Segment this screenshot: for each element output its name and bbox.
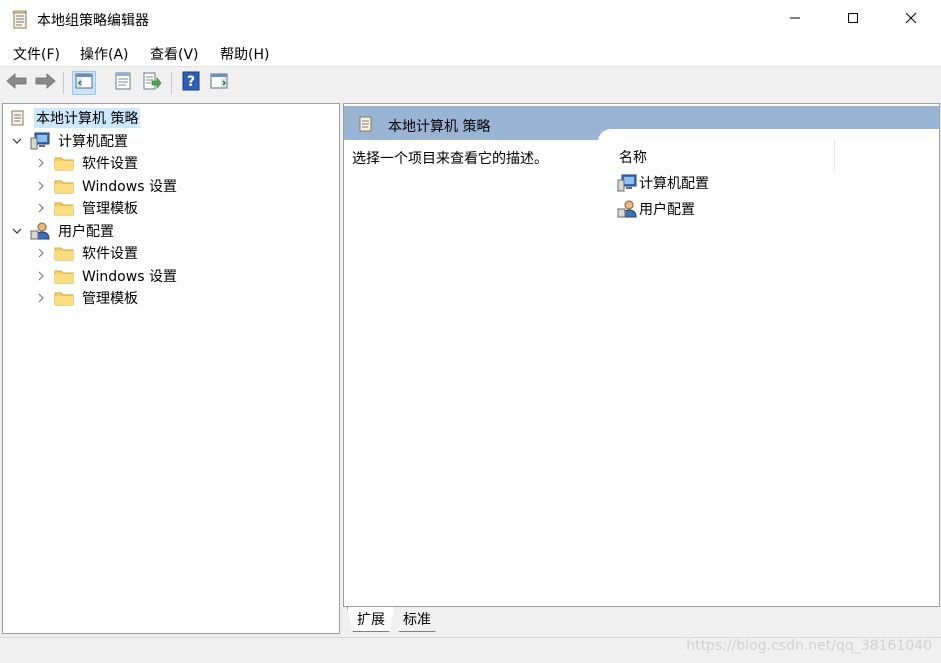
- show-hide-tree-button[interactable]: [72, 71, 96, 95]
- help-button[interactable]: ?: [179, 71, 203, 95]
- chevron-right-icon[interactable]: [36, 181, 46, 191]
- list-item-user-config[interactable]: 用户配置: [617, 198, 695, 220]
- column-separator[interactable]: [834, 140, 835, 170]
- menu-action[interactable]: 操作(A): [80, 44, 129, 64]
- folder-icon: [54, 289, 74, 307]
- column-header-name[interactable]: 名称: [619, 147, 647, 167]
- maximize-icon: [847, 12, 859, 28]
- tree-item-computer-config[interactable]: 计算机配置: [12, 130, 130, 152]
- folder-icon: [54, 154, 74, 172]
- back-arrow-icon: [6, 73, 28, 93]
- computer-icon: [30, 132, 50, 150]
- policy-document-icon: [358, 115, 374, 137]
- close-button[interactable]: [882, 0, 940, 40]
- folder-icon: [54, 199, 74, 217]
- list-item-computer-config[interactable]: 计算机配置: [617, 172, 709, 194]
- tree-item-user-config[interactable]: 用户配置: [12, 220, 116, 242]
- tree-item-admin-templates[interactable]: 管理模板: [36, 197, 140, 219]
- chevron-right-icon[interactable]: [36, 248, 46, 258]
- menu-help[interactable]: 帮助(H): [220, 44, 269, 64]
- tree-item-label: Windows 设置: [82, 269, 177, 285]
- description-text: 选择一个项目来查看它的描述。: [352, 151, 548, 167]
- folder-icon: [54, 267, 74, 285]
- minimize-icon: [789, 12, 801, 28]
- user-icon: [30, 222, 50, 240]
- show-hide-console-tree-icon: [75, 73, 93, 93]
- tree-item-label: 管理模板: [82, 201, 138, 217]
- view-tabs: 扩展 标准: [343, 607, 940, 634]
- close-icon: [905, 12, 917, 28]
- details-title: 本地计算机 策略: [388, 119, 491, 135]
- list-item-label: 计算机配置: [639, 176, 709, 192]
- header-curve: [598, 129, 939, 142]
- tab-standard[interactable]: 标准: [393, 607, 441, 632]
- window-title: 本地组策略编辑器: [37, 13, 149, 29]
- tree-item-label: 本地计算机 策略: [34, 108, 141, 128]
- tab-expanded[interactable]: 扩展: [347, 607, 395, 632]
- folder-icon: [54, 244, 74, 262]
- chevron-right-icon[interactable]: [36, 293, 46, 303]
- tree-item-software-settings[interactable]: 软件设置: [36, 242, 140, 264]
- list-item-label: 用户配置: [639, 202, 695, 218]
- details-pane: 本地计算机 策略 选择一个项目来查看它的描述。 名称 计算机配置 用户配置: [343, 103, 940, 607]
- menu-view[interactable]: 查看(V): [150, 44, 199, 64]
- chevron-down-icon[interactable]: [12, 226, 22, 236]
- export-list-button[interactable]: [140, 71, 164, 95]
- forward-arrow-icon: [34, 73, 56, 93]
- menu-file[interactable]: 文件(F): [13, 44, 60, 64]
- details-header: 本地计算机 策略: [344, 106, 939, 142]
- tree-item-windows-settings[interactable]: Windows 设置: [36, 265, 179, 287]
- toolbar-separator: [63, 72, 64, 94]
- tree-item-admin-templates[interactable]: 管理模板: [36, 287, 140, 309]
- menu-bar: 文件(F) 操作(A) 查看(V) 帮助(H): [0, 40, 941, 67]
- computer-icon: [617, 174, 637, 192]
- status-bar: https://blog.csdn.net/qq_38161040: [0, 637, 941, 663]
- tab-label: 标准: [403, 612, 431, 628]
- show-hide-action-pane-button[interactable]: [207, 71, 231, 95]
- tree-item-label: 计算机配置: [58, 134, 128, 150]
- maximize-button[interactable]: [824, 0, 882, 40]
- tree-item-label: 软件设置: [82, 156, 138, 172]
- tree-item-software-settings[interactable]: 软件设置: [36, 152, 140, 174]
- export-list-icon: [142, 72, 162, 94]
- back-button[interactable]: [5, 71, 29, 95]
- tree-item-windows-settings[interactable]: Windows 设置: [36, 175, 179, 197]
- tree-item-label: 管理模板: [82, 291, 138, 307]
- tree-item-label: 用户配置: [58, 224, 114, 240]
- minimize-button[interactable]: [766, 0, 824, 40]
- watermark: https://blog.csdn.net/qq_38161040: [686, 638, 932, 654]
- tree-item-local-policy[interactable]: 本地计算机 策略: [8, 107, 141, 129]
- tree-item-label: 软件设置: [82, 246, 138, 262]
- policy-document-icon: [8, 109, 28, 127]
- chevron-right-icon[interactable]: [36, 271, 46, 281]
- show-hide-action-pane-icon: [210, 73, 228, 93]
- properties-icon: [114, 72, 132, 94]
- properties-button[interactable]: [111, 71, 135, 95]
- chevron-down-icon[interactable]: [12, 136, 22, 146]
- toolbar: ?: [0, 68, 941, 98]
- console-tree: 本地计算机 策略 计算机配置 软件设置 Windows 设置 管理模板 用户配置…: [2, 103, 340, 634]
- tree-item-label: Windows 设置: [82, 179, 177, 195]
- svg-text:?: ?: [187, 74, 195, 90]
- toolbar-separator: [171, 72, 172, 94]
- folder-icon: [54, 177, 74, 195]
- policy-document-icon: [11, 10, 29, 30]
- forward-button[interactable]: [33, 71, 57, 95]
- chevron-right-icon[interactable]: [36, 203, 46, 213]
- help-icon: ?: [182, 71, 200, 95]
- title-bar: 本地组策略编辑器: [0, 0, 941, 40]
- chevron-right-icon[interactable]: [36, 158, 46, 168]
- tab-label: 扩展: [357, 612, 385, 628]
- user-icon: [617, 200, 637, 218]
